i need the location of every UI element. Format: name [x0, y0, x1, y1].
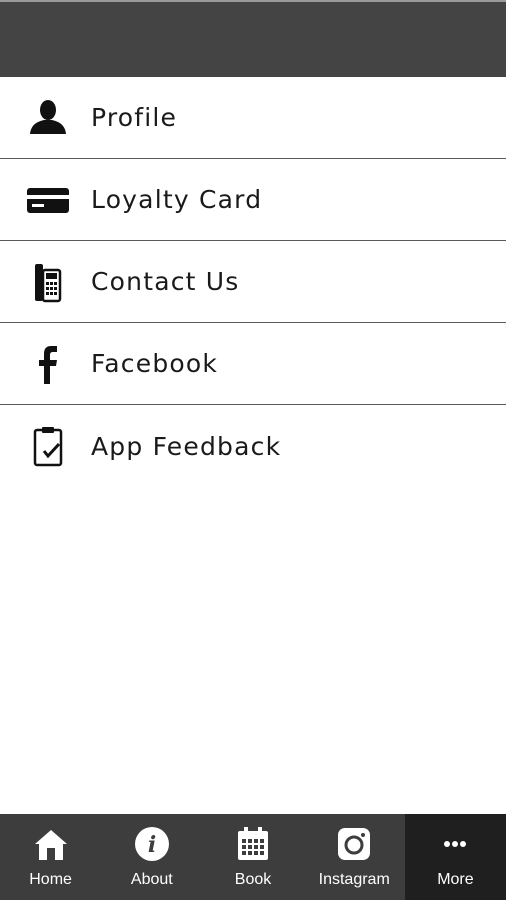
menu-label-loyalty-card: Loyalty Card — [91, 185, 263, 214]
clipboard-check-icon — [26, 424, 70, 468]
home-icon — [31, 824, 71, 864]
menu-item-contact-us[interactable]: Contact Us — [0, 241, 506, 323]
facebook-icon — [26, 342, 70, 386]
menu-item-profile[interactable]: Profile — [0, 77, 506, 159]
info-icon: i — [132, 824, 172, 864]
tab-label-instagram: Instagram — [318, 871, 390, 888]
instagram-icon — [334, 824, 374, 864]
svg-text:i: i — [148, 832, 156, 858]
desk-phone-icon — [26, 260, 70, 304]
tab-instagram[interactable]: Instagram — [304, 814, 405, 900]
tab-label-home: Home — [29, 871, 72, 888]
menu-label-app-feedback: App Feedback — [91, 431, 282, 461]
menu-item-facebook[interactable]: Facebook — [0, 323, 506, 405]
menu-label-contact-us: Contact Us — [91, 267, 240, 296]
menu-list: Profile Loyalty Card Contact Us Facebook… — [0, 77, 506, 487]
tab-home[interactable]: Home — [0, 814, 101, 900]
menu-item-app-feedback[interactable]: App Feedback — [0, 405, 506, 487]
calendar-icon — [233, 824, 273, 864]
tab-label-book: Book — [234, 871, 272, 888]
menu-item-loyalty-card[interactable]: Loyalty Card — [0, 159, 506, 241]
menu-label-facebook: Facebook — [91, 349, 219, 378]
person-icon — [26, 96, 70, 140]
bottom-tab-bar: Home i About Book Instagram More — [0, 814, 506, 900]
tab-about[interactable]: i About — [101, 814, 202, 900]
menu-label-profile: Profile — [91, 103, 178, 132]
tab-label-more: More — [437, 871, 474, 888]
app-header — [0, 0, 506, 77]
tab-book[interactable]: Book — [202, 814, 303, 900]
tab-label-about: About — [130, 871, 173, 888]
more-dots-icon — [435, 824, 475, 864]
tab-more[interactable]: More — [404, 814, 506, 900]
credit-card-icon — [26, 178, 70, 222]
